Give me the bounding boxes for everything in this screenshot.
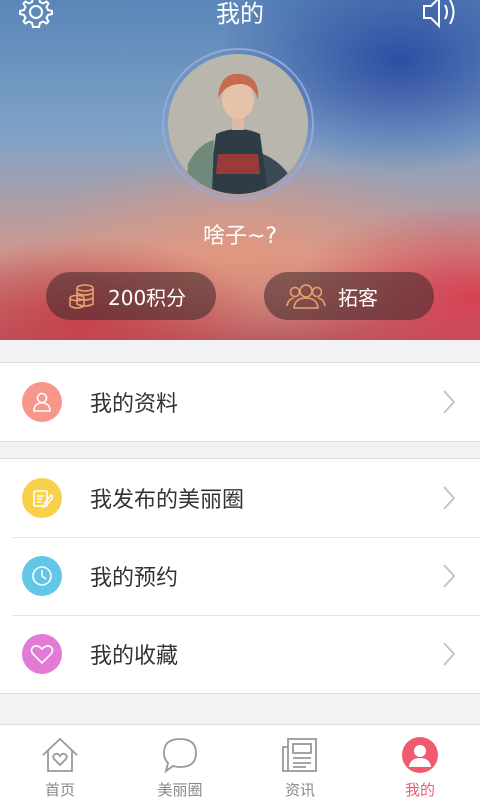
tab-home[interactable]: 首页 (0, 725, 120, 800)
avatar[interactable] (168, 54, 308, 194)
page-title: 我的 (216, 0, 264, 28)
clock-icon (22, 556, 62, 596)
tab-news[interactable]: 资讯 (240, 725, 360, 800)
menu-item-my-favorites[interactable]: 我的收藏 (0, 615, 480, 693)
chevron-right-icon (443, 390, 456, 414)
coins-icon (69, 284, 94, 309)
tab-beauty-circle[interactable]: 美丽圈 (120, 725, 240, 800)
speaker-icon[interactable] (420, 0, 460, 30)
heart-icon (22, 634, 62, 674)
menu-item-my-profile[interactable]: 我的资料 (0, 363, 480, 441)
news-icon (282, 738, 317, 772)
home-icon (42, 737, 78, 772)
group-icon (286, 284, 326, 309)
chevron-right-icon (443, 642, 456, 666)
chat-bubble-icon (163, 738, 197, 774)
points-label: 200积分 (108, 285, 187, 310)
points-button[interactable]: 200积分 (46, 272, 216, 320)
bottom-tab-bar: 首页 美丽圈 资讯 我的 (0, 724, 480, 800)
chevron-right-icon (443, 486, 456, 510)
avatar-portrait-image (168, 54, 308, 194)
menu-item-my-appointments[interactable]: 我的预约 (0, 537, 480, 615)
edit-icon (22, 478, 62, 518)
profile-header-background: 我的 啥子~? 200积分 拓客 (0, 0, 480, 340)
chevron-right-icon (443, 564, 456, 588)
tab-mine[interactable]: 我的 (360, 725, 480, 800)
expand-customers-button[interactable]: 拓客 (264, 272, 434, 320)
menu-item-label: 我的预约 (90, 566, 179, 591)
username: 啥子~? (202, 224, 278, 249)
tab-label: 我的 (404, 781, 435, 799)
tab-label: 美丽圈 (157, 781, 203, 799)
menu-item-label: 我的资料 (90, 392, 179, 417)
user-icon (22, 382, 62, 422)
menu-group-activity: 我发布的美丽圈 我的预约 我的收藏 (0, 458, 480, 694)
menu-item-my-posts[interactable]: 我发布的美丽圈 (0, 459, 480, 537)
menu-group-profile: 我的资料 (0, 362, 480, 442)
expand-label: 拓客 (338, 285, 378, 310)
tab-label: 资讯 (284, 781, 315, 799)
top-bar: 我的 (0, 0, 480, 30)
menu-item-label: 我发布的美丽圈 (90, 488, 245, 513)
profile-icon (402, 737, 438, 773)
menu-item-label: 我的收藏 (90, 644, 179, 669)
tab-label: 首页 (44, 781, 75, 799)
